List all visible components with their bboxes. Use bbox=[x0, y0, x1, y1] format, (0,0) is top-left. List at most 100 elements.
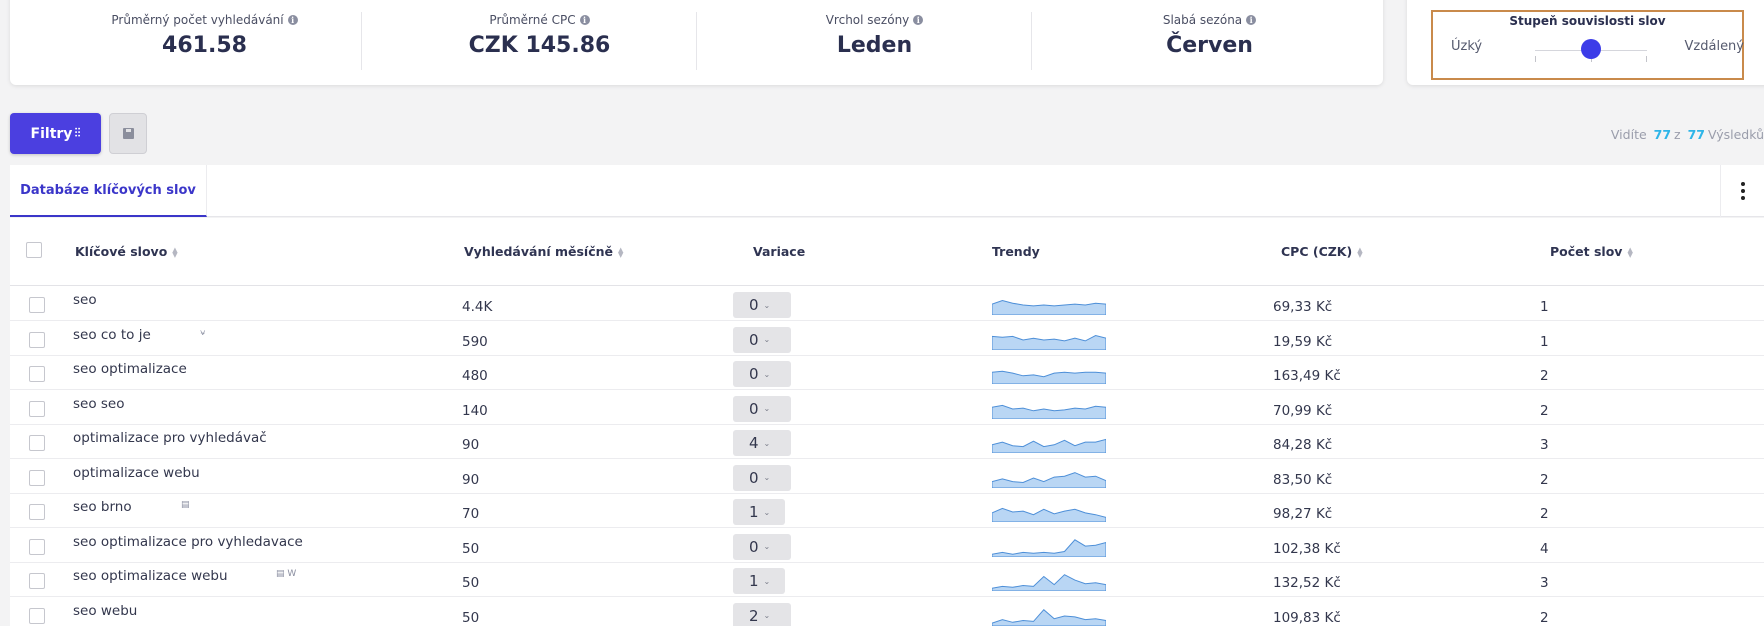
chevron-down-icon: ⌄ bbox=[763, 335, 771, 344]
info-icon[interactable]: i bbox=[1246, 15, 1257, 25]
results-total: 77 bbox=[1687, 127, 1705, 142]
variation-value: 0 bbox=[749, 365, 759, 383]
keyword-cell[interactable]: seo brno bbox=[73, 499, 132, 515]
row-checkbox[interactable] bbox=[29, 331, 45, 348]
keyword-cell[interactable]: seo optimalizace pro vyhledavace bbox=[73, 534, 303, 550]
keyword-cell[interactable]: seo optimalizace bbox=[73, 361, 187, 377]
keyword-cell[interactable]: optimalizace webu bbox=[73, 465, 200, 481]
divider bbox=[696, 12, 697, 70]
info-icon[interactable]: i bbox=[913, 15, 924, 25]
row-checkbox[interactable] bbox=[29, 469, 45, 486]
tab-bar: Databáze klíčových slov bbox=[10, 165, 1764, 217]
variation-dropdown[interactable]: 0 ⌄ bbox=[733, 361, 791, 387]
variation-dropdown[interactable]: 0 ⌄ bbox=[733, 464, 791, 491]
row-checkbox[interactable] bbox=[29, 504, 45, 520]
cpc-cell: 109,83 Kč bbox=[1273, 609, 1341, 626]
trend-area bbox=[992, 299, 1106, 315]
slider-tick bbox=[1646, 56, 1647, 62]
column-header-label: Trendy bbox=[992, 244, 1040, 259]
column-header-word-count[interactable]: Počet slov ▲ ▼ bbox=[1550, 244, 1633, 259]
row-checkbox[interactable] bbox=[29, 607, 45, 624]
results-shown: 77 bbox=[1653, 127, 1672, 142]
variation-dropdown[interactable]: 2 ⌄ bbox=[733, 602, 791, 626]
trend-area bbox=[992, 608, 1106, 626]
trend-sparkline bbox=[992, 370, 1106, 384]
variation-dropdown[interactable]: 1 ⌄ bbox=[733, 499, 785, 525]
table-row[interactable]: seo optimalizace 480 0 ⌄ 163,49 Kč 2 bbox=[10, 356, 1764, 390]
table-row[interactable]: seo optimalizace pro vyhledavace 50 0 ⌄ 102,… bbox=[10, 529, 1764, 563]
keyword-cell[interactable]: optimalizace pro vyhledávač bbox=[73, 430, 267, 446]
results-count: Vidíte 77 z 77 Výsledků bbox=[1611, 127, 1764, 142]
table-row[interactable]: seo brno ▤ 70 1 ⌄ 98,27 Kč 2 bbox=[10, 494, 1764, 528]
stat-avg-searches: Průměrný počet vyhledávání i 461.58 bbox=[37, 0, 372, 85]
column-header-keyword[interactable]: Klíčové slovo ▲ ▼ bbox=[75, 244, 178, 259]
trend-sparkline bbox=[992, 299, 1106, 315]
relatedness-title: Stupeň souvislosti slov bbox=[1509, 14, 1666, 28]
table-row[interactable]: optimalizace webu 90 0 ⌄ 83,50 Kč 2 bbox=[10, 460, 1764, 494]
word-count-cell: 4 bbox=[1540, 540, 1549, 557]
word-count-cell: 2 bbox=[1540, 368, 1549, 384]
keyword-cell[interactable]: seo co to je bbox=[73, 327, 151, 343]
trend-sparkline bbox=[992, 438, 1106, 453]
trend-area bbox=[992, 438, 1106, 453]
save-button[interactable] bbox=[109, 113, 147, 154]
variation-value: 0 bbox=[749, 537, 759, 556]
table-row[interactable]: seo co to je ⍱ 590 0 ⌄ 19,59 Kč 1 bbox=[10, 322, 1764, 356]
column-header-cpc[interactable]: CPC (CZK) ▲ ▼ bbox=[1281, 244, 1363, 259]
word-count-cell: 2 bbox=[1540, 402, 1549, 419]
variation-dropdown[interactable]: 0 ⌄ bbox=[733, 292, 791, 318]
more-options-icon[interactable] bbox=[1720, 165, 1764, 217]
keyword-cell[interactable]: seo seo bbox=[73, 396, 125, 412]
row-checkbox[interactable] bbox=[29, 573, 45, 589]
variation-dropdown[interactable]: 4 ⌄ bbox=[733, 430, 791, 456]
volume-cell: 140 bbox=[462, 402, 488, 419]
stat-value: CZK 145.86 bbox=[468, 33, 611, 58]
stat-label: Slabá sezóna bbox=[1162, 13, 1243, 27]
row-checkbox[interactable] bbox=[29, 400, 45, 417]
stat-label: Vrchol sezóny bbox=[825, 13, 910, 27]
volume-cell: 90 bbox=[462, 437, 480, 453]
chevron-down-icon: ⌄ bbox=[763, 542, 771, 551]
info-icon[interactable]: i bbox=[287, 15, 298, 25]
column-header-volume[interactable]: Vyhledávání měsíčně ▲ ▼ bbox=[464, 244, 623, 259]
keyword-cell[interactable]: seo webu bbox=[73, 603, 137, 619]
volume-cell: 590 bbox=[462, 333, 488, 350]
relatedness-box: Stupeň souvislosti slov Úzký Vzdálený bbox=[1431, 10, 1744, 80]
floppy-disk-icon bbox=[122, 128, 134, 139]
cpc-cell: 98,27 Kč bbox=[1273, 506, 1333, 522]
relatedness-slider-handle[interactable] bbox=[1581, 39, 1601, 59]
row-checkbox[interactable] bbox=[29, 538, 45, 555]
keyword-cell[interactable]: seo optimalizace webu bbox=[73, 568, 228, 584]
info-icon[interactable]: i bbox=[579, 15, 590, 25]
variation-value: 2 bbox=[749, 606, 759, 625]
variation-dropdown[interactable]: 0 ⌄ bbox=[733, 326, 791, 353]
variation-dropdown[interactable]: 0 ⌄ bbox=[733, 395, 791, 422]
select-all-checkbox[interactable] bbox=[26, 242, 42, 258]
trend-area bbox=[992, 507, 1106, 522]
variation-dropdown[interactable]: 0 ⌄ bbox=[733, 533, 791, 560]
table-row[interactable]: seo seo 140 0 ⌄ 70,99 Kč 2 bbox=[10, 391, 1764, 425]
variation-dropdown[interactable]: 1 ⌄ bbox=[733, 568, 785, 594]
stat-label: Průměrný počet vyhledávání bbox=[111, 13, 284, 27]
row-checkbox[interactable] bbox=[29, 297, 45, 313]
table-row[interactable]: seo optimalizace webu ▤ W 50 1 ⌄ 132,52 Kč 3 bbox=[10, 563, 1764, 597]
relatedness-narrow-label: Úzký bbox=[1451, 39, 1483, 54]
filter-sliders-icon: ⫶⫶ bbox=[74, 126, 81, 140]
slider-tick bbox=[1535, 56, 1536, 62]
table-row[interactable]: seo 4.4K 0 ⌄ 69,33 Kč 1 bbox=[10, 287, 1764, 321]
row-checkbox[interactable] bbox=[29, 366, 45, 382]
chevron-down-icon: ⌄ bbox=[763, 507, 771, 517]
keyword-cell[interactable]: seo bbox=[73, 292, 97, 308]
table-row[interactable]: optimalizace pro vyhledávač 90 4 ⌄ 84,28 Kč 3 bbox=[10, 425, 1764, 459]
column-header-label: Počet slov bbox=[1550, 244, 1623, 259]
tab-keyword-database[interactable]: Databáze klíčových slov bbox=[10, 165, 207, 217]
filters-button[interactable]: Filtry ⫶⫶ bbox=[10, 113, 101, 154]
sort-icon: ▲ ▼ bbox=[172, 245, 178, 259]
serp-feature-icon: ▤ W bbox=[276, 569, 297, 579]
trend-sparkline bbox=[992, 507, 1106, 522]
chevron-down-icon: ⌄ bbox=[763, 611, 771, 620]
row-checkbox[interactable] bbox=[29, 435, 45, 451]
trend-area bbox=[992, 370, 1106, 384]
relatedness-panel: Stupeň souvislosti slov Úzký Vzdálený bbox=[1407, 0, 1764, 85]
table-row[interactable]: seo webu 50 2 ⌄ 109,83 Kč 2 bbox=[10, 598, 1764, 626]
